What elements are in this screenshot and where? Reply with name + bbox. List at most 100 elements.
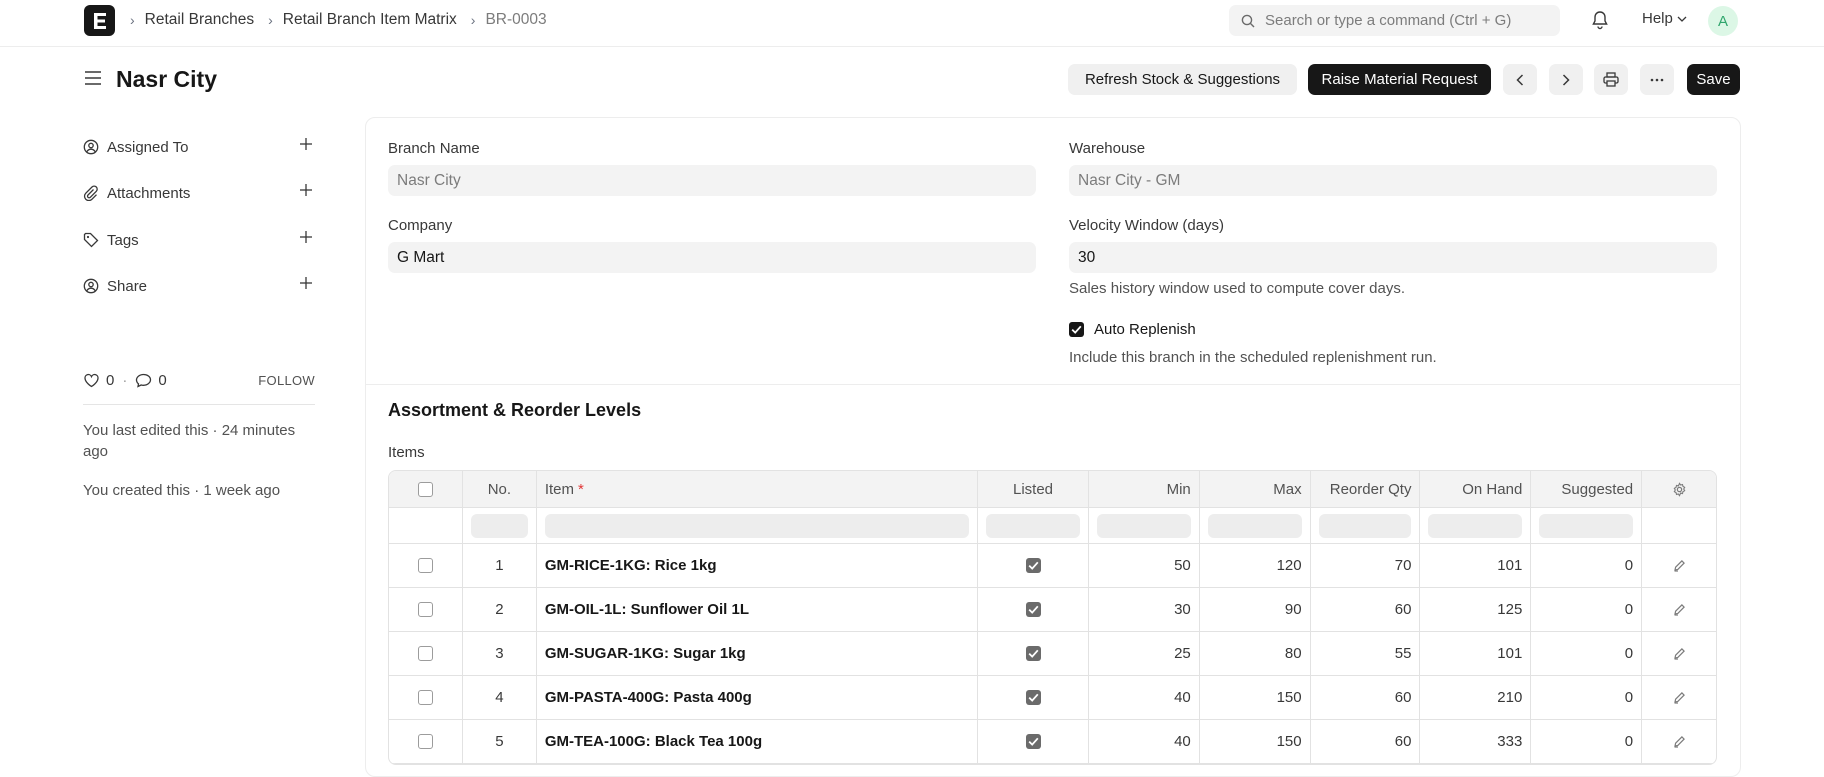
cell-item[interactable]: GM-OIL-1L: Sunflower Oil 1L [537,588,979,631]
avatar[interactable]: A [1708,6,1738,36]
select-all-checkbox[interactable] [417,481,433,497]
heart-icon[interactable] [83,373,100,388]
add-tag-icon[interactable] [299,230,313,248]
cell-suggested[interactable]: 0 [1531,720,1643,763]
cell-min[interactable]: 25 [1089,632,1200,675]
help-menu[interactable]: Help [1642,10,1687,27]
auto-replenish-checkbox-row[interactable]: Auto Replenish [1069,321,1196,338]
follow-button[interactable]: FOLLOW [258,373,315,388]
breadcrumb-item-matrix[interactable]: Retail Branch Item Matrix [283,11,457,29]
filter-max[interactable] [1200,508,1311,543]
edit-row-icon[interactable] [1642,676,1716,719]
row-select-checkbox[interactable] [417,734,433,749]
cell-on-hand[interactable]: 125 [1420,588,1532,631]
cell-max[interactable]: 150 [1200,720,1311,763]
table-row[interactable]: 1 GM-RICE-1KG: Rice 1kg 50 120 70 101 0 [389,544,1716,588]
cell-reorder-qty[interactable]: 55 [1311,632,1421,675]
refresh-stock-button[interactable]: Refresh Stock & Suggestions [1068,64,1297,95]
column-settings-icon[interactable] [1642,471,1716,507]
cell-min[interactable]: 40 [1089,676,1200,719]
branch-name-field[interactable]: Nasr City [388,165,1036,196]
cell-suggested[interactable]: 0 [1531,632,1643,675]
edit-row-icon[interactable] [1642,588,1716,631]
cell-suggested[interactable]: 0 [1531,544,1643,587]
table-row[interactable]: 5 GM-TEA-100G: Black Tea 100g 40 150 60 333 0 [389,720,1716,764]
cell-reorder-qty[interactable]: 70 [1311,544,1421,587]
breadcrumb-current[interactable]: BR-0003 [485,11,546,29]
more-actions-button[interactable] [1640,64,1674,95]
edit-row-icon[interactable] [1642,632,1716,675]
header-reorder-qty[interactable]: Reorder Qty [1311,471,1421,507]
sidebar-toggle-icon[interactable] [84,70,102,90]
company-field[interactable]: G Mart [388,242,1036,273]
print-button[interactable] [1594,64,1628,95]
filter-item[interactable] [537,508,979,543]
header-no[interactable]: No. [463,471,537,507]
header-listed[interactable]: Listed [978,471,1089,507]
cell-reorder-qty[interactable]: 60 [1311,676,1421,719]
listed-checkbox[interactable] [1025,602,1041,617]
row-select-checkbox[interactable] [417,646,433,661]
table-row[interactable]: 2 GM-OIL-1L: Sunflower Oil 1L 30 90 60 125 0 [389,588,1716,632]
previous-record-button[interactable] [1503,64,1537,95]
table-row[interactable]: 3 GM-SUGAR-1KG: Sugar 1kg 25 80 55 101 0 [389,632,1716,676]
row-select-checkbox[interactable] [417,558,433,573]
filter-on-hand[interactable] [1420,508,1532,543]
raise-material-request-button[interactable]: Raise Material Request [1308,64,1491,95]
header-suggested[interactable]: Suggested [1531,471,1643,507]
filter-reorder-qty[interactable] [1311,508,1421,543]
cell-on-hand[interactable]: 333 [1420,720,1532,763]
velocity-window-field[interactable]: 30 [1069,242,1717,273]
cell-suggested[interactable]: 0 [1531,676,1643,719]
cell-item[interactable]: GM-PASTA-400G: Pasta 400g [537,676,979,719]
cell-min[interactable]: 40 [1089,720,1200,763]
table-row[interactable]: 4 GM-PASTA-400G: Pasta 400g 40 150 60 210 0 [389,676,1716,720]
cell-on-hand[interactable]: 210 [1420,676,1532,719]
warehouse-field[interactable]: Nasr City - GM [1069,165,1717,196]
row-select-checkbox[interactable] [417,602,433,617]
cell-max[interactable]: 80 [1200,632,1311,675]
filter-no[interactable] [463,508,537,543]
sidebar-item-share[interactable]: Share [83,274,313,298]
add-assignee-icon[interactable] [299,137,313,155]
row-select-checkbox[interactable] [417,690,433,705]
cell-reorder-qty[interactable]: 60 [1311,588,1421,631]
add-share-icon[interactable] [299,276,313,294]
next-record-button[interactable] [1549,64,1583,95]
header-min[interactable]: Min [1089,471,1200,507]
listed-checkbox[interactable] [1025,646,1041,661]
add-attachment-icon[interactable] [299,183,313,201]
cell-max[interactable]: 90 [1200,588,1311,631]
filter-suggested[interactable] [1531,508,1643,543]
cell-item[interactable]: GM-TEA-100G: Black Tea 100g [537,720,979,763]
cell-suggested[interactable]: 0 [1531,588,1643,631]
cell-reorder-qty[interactable]: 60 [1311,720,1421,763]
header-on-hand[interactable]: On Hand [1420,471,1532,507]
edit-row-icon[interactable] [1642,720,1716,763]
cell-on-hand[interactable]: 101 [1420,632,1532,675]
sidebar-item-assigned-to[interactable]: Assigned To [83,135,313,159]
cell-max[interactable]: 150 [1200,676,1311,719]
cell-min[interactable]: 30 [1089,588,1200,631]
cell-min[interactable]: 50 [1089,544,1200,587]
cell-max[interactable]: 120 [1200,544,1311,587]
cell-item[interactable]: GM-SUGAR-1KG: Sugar 1kg [537,632,979,675]
breadcrumb-retail-branches[interactable]: Retail Branches [145,11,254,29]
filter-min[interactable] [1089,508,1200,543]
search-input[interactable]: Search or type a command (Ctrl + G) [1229,5,1560,36]
cell-on-hand[interactable]: 101 [1420,544,1532,587]
auto-replenish-checkbox[interactable] [1069,322,1084,337]
edit-row-icon[interactable] [1642,544,1716,587]
sidebar-item-tags[interactable]: Tags [83,228,313,252]
listed-checkbox[interactable] [1025,690,1041,705]
notification-bell-icon[interactable] [1591,10,1609,34]
listed-checkbox[interactable] [1025,734,1041,749]
app-logo[interactable] [84,5,115,36]
sidebar-item-attachments[interactable]: Attachments [83,181,313,205]
comment-icon[interactable] [135,373,152,388]
header-item[interactable]: Item * [537,471,979,507]
save-button[interactable]: Save [1687,64,1740,95]
filter-listed[interactable] [978,508,1089,543]
cell-item[interactable]: GM-RICE-1KG: Rice 1kg [537,544,979,587]
listed-checkbox[interactable] [1025,558,1041,573]
